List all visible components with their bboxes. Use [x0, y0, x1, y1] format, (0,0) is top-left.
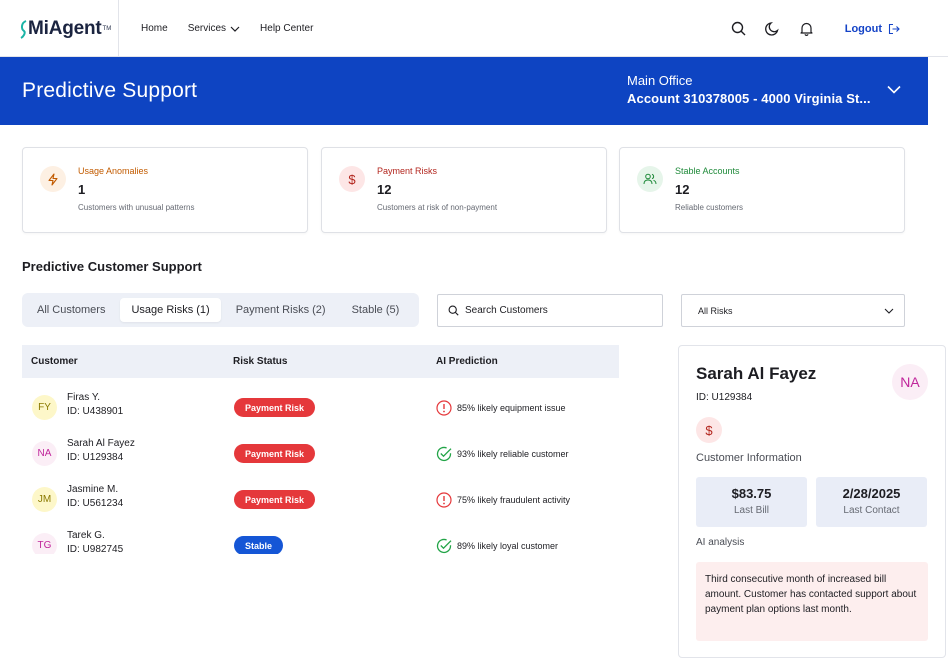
- page-title: Predictive Support: [22, 79, 198, 102]
- card-description: Customers at risk of non-payment: [377, 203, 498, 212]
- lightning-icon: [40, 166, 66, 192]
- table-row[interactable]: TG Tarek G. ID: U982745 Stable 89% likel…: [22, 525, 619, 554]
- tab-payment-risks[interactable]: Payment Risks (2): [225, 298, 337, 322]
- customer-id: ID: U129384: [67, 452, 124, 463]
- card-value: 12: [377, 182, 392, 197]
- avatar: FY: [32, 395, 57, 420]
- table-row[interactable]: FY Firas Y. ID: U438901 Payment Risk 85%…: [22, 387, 619, 433]
- card-description: Customers with unusual patterns: [78, 203, 195, 212]
- last-bill-stat: $83.75 Last Bill: [696, 477, 807, 527]
- column-header-risk-status[interactable]: Risk Status: [233, 356, 287, 367]
- avatar: NA: [32, 441, 57, 466]
- ai-prediction: 89% likely loyal customer: [436, 538, 558, 554]
- card-description: Reliable customers: [675, 203, 744, 212]
- logo-trademark: TM: [102, 26, 112, 32]
- customer-name: Jasmine M.: [67, 484, 119, 495]
- search-input[interactable]: [465, 305, 645, 316]
- avatar: TG: [32, 533, 57, 554]
- nav-actions: Logout: [713, 0, 948, 57]
- status-badge: Payment Risk: [234, 444, 316, 463]
- column-header-ai-prediction[interactable]: AI Prediction: [436, 356, 498, 367]
- ai-prediction: 93% likely reliable customer: [436, 446, 569, 462]
- customer-name: Tarek G.: [67, 530, 105, 541]
- nav-link-help-center[interactable]: Help Center: [260, 23, 313, 34]
- bell-icon[interactable]: [799, 21, 815, 37]
- nav-link-home[interactable]: Home: [141, 23, 168, 34]
- customer-id: ID: U561234: [67, 498, 124, 509]
- table-body: FY Firas Y. ID: U438901 Payment Risk 85%…: [22, 378, 619, 554]
- card-value: 12: [675, 182, 690, 197]
- ai-analysis-label: AI analysis: [696, 537, 745, 548]
- ai-analysis-note: Third consecutive month of increased bil…: [696, 562, 928, 641]
- card-label: Stable Accounts: [675, 166, 740, 176]
- detail-customer-name: Sarah Al Fayez: [696, 364, 817, 383]
- tab-usage-risks[interactable]: Usage Risks (1): [120, 298, 221, 322]
- nav-links: Home Services Help Center: [141, 0, 333, 57]
- chevron-down-icon: [230, 26, 240, 32]
- status-badge: Stable: [234, 536, 284, 554]
- account-value: Account 310378005 - 4000 Virginia St...: [627, 91, 871, 106]
- search-icon: [448, 305, 459, 316]
- ai-prediction: 85% likely equipment issue: [436, 400, 566, 416]
- chevron-down-icon: [884, 308, 894, 314]
- last-bill-label: Last Bill: [733, 505, 769, 516]
- last-contact-value: 2/28/2025: [842, 486, 901, 501]
- customer-id: ID: U982745: [67, 544, 124, 554]
- table-header: Customer Risk Status AI Prediction: [22, 345, 619, 378]
- column-header-customer[interactable]: Customer: [31, 356, 78, 367]
- users-icon: [637, 166, 663, 192]
- table-row[interactable]: JM Jasmine M. ID: U561234 Payment Risk 7…: [22, 479, 619, 525]
- nav-link-services[interactable]: Services: [188, 23, 240, 34]
- card-usage-anomalies[interactable]: Usage Anomalies 1 Customers with unusual…: [22, 147, 308, 233]
- card-label: Payment Risks: [377, 166, 438, 176]
- card-label: Usage Anomalies: [78, 166, 149, 176]
- warning-circle-icon: [436, 400, 452, 416]
- logout-button[interactable]: Logout: [845, 23, 900, 35]
- customer-information-label: Customer Information: [696, 452, 802, 464]
- card-stable-accounts[interactable]: Stable Accounts 12 Reliable customers: [619, 147, 905, 233]
- section-title: Predictive Customer Support: [22, 259, 202, 274]
- tab-all-customers[interactable]: All Customers: [26, 298, 116, 322]
- check-circle-icon: [436, 538, 452, 554]
- table-row[interactable]: NA Sarah Al Fayez ID: U129384 Payment Ri…: [22, 433, 619, 479]
- dollar-icon: $: [696, 417, 722, 443]
- status-badge: Payment Risk: [234, 398, 316, 417]
- status-badge: Payment Risk: [234, 490, 316, 509]
- search-icon[interactable]: [731, 21, 747, 37]
- nav-divider: [118, 0, 119, 57]
- warning-circle-icon: [436, 492, 452, 508]
- customer-id: ID: U438901: [67, 406, 124, 417]
- logo-mark-icon: [20, 20, 27, 39]
- avatar: NA: [892, 364, 928, 400]
- account-label: Main Office: [627, 73, 693, 88]
- chevron-down-icon[interactable]: [887, 85, 901, 94]
- check-circle-icon: [436, 446, 452, 462]
- last-contact-label: Last Contact: [843, 505, 900, 516]
- moon-icon[interactable]: [765, 21, 781, 37]
- page-banner: Predictive Support Main Office Account 3…: [0, 57, 928, 125]
- risk-filter-value: All Risks: [698, 305, 733, 316]
- last-bill-value: $83.75: [731, 486, 772, 501]
- detail-customer-id: ID: U129384: [696, 392, 753, 403]
- filter-tabs: All Customers Usage Risks (1) Payment Ri…: [22, 293, 419, 327]
- account-selector[interactable]: Main Office Account 310378005 - 4000 Vir…: [627, 73, 871, 106]
- ai-prediction: 75% likely fraudulent activity: [436, 492, 570, 508]
- logo-text: MiAgent: [28, 18, 102, 39]
- last-contact-stat: 2/28/2025 Last Contact: [816, 477, 927, 527]
- customer-name: Firas Y.: [67, 392, 100, 403]
- avatar: JM: [32, 487, 57, 512]
- card-payment-risks[interactable]: $ Payment Risks 12 Customers at risk of …: [321, 147, 607, 233]
- customer-detail-panel: Sarah Al Fayez ID: U129384 NA $ Customer…: [678, 345, 946, 658]
- logout-icon: [888, 23, 900, 34]
- customer-name: Sarah Al Fayez: [67, 438, 135, 449]
- dollar-icon: $: [339, 166, 365, 192]
- risk-filter-select[interactable]: All Risks: [681, 294, 905, 327]
- card-value: 1: [78, 182, 86, 197]
- tab-stable[interactable]: Stable (5): [341, 298, 411, 322]
- search-box[interactable]: [437, 294, 663, 327]
- top-navbar: MiAgent TM Home Services Help Center Log…: [0, 0, 948, 57]
- logo[interactable]: MiAgent TM: [20, 16, 111, 42]
